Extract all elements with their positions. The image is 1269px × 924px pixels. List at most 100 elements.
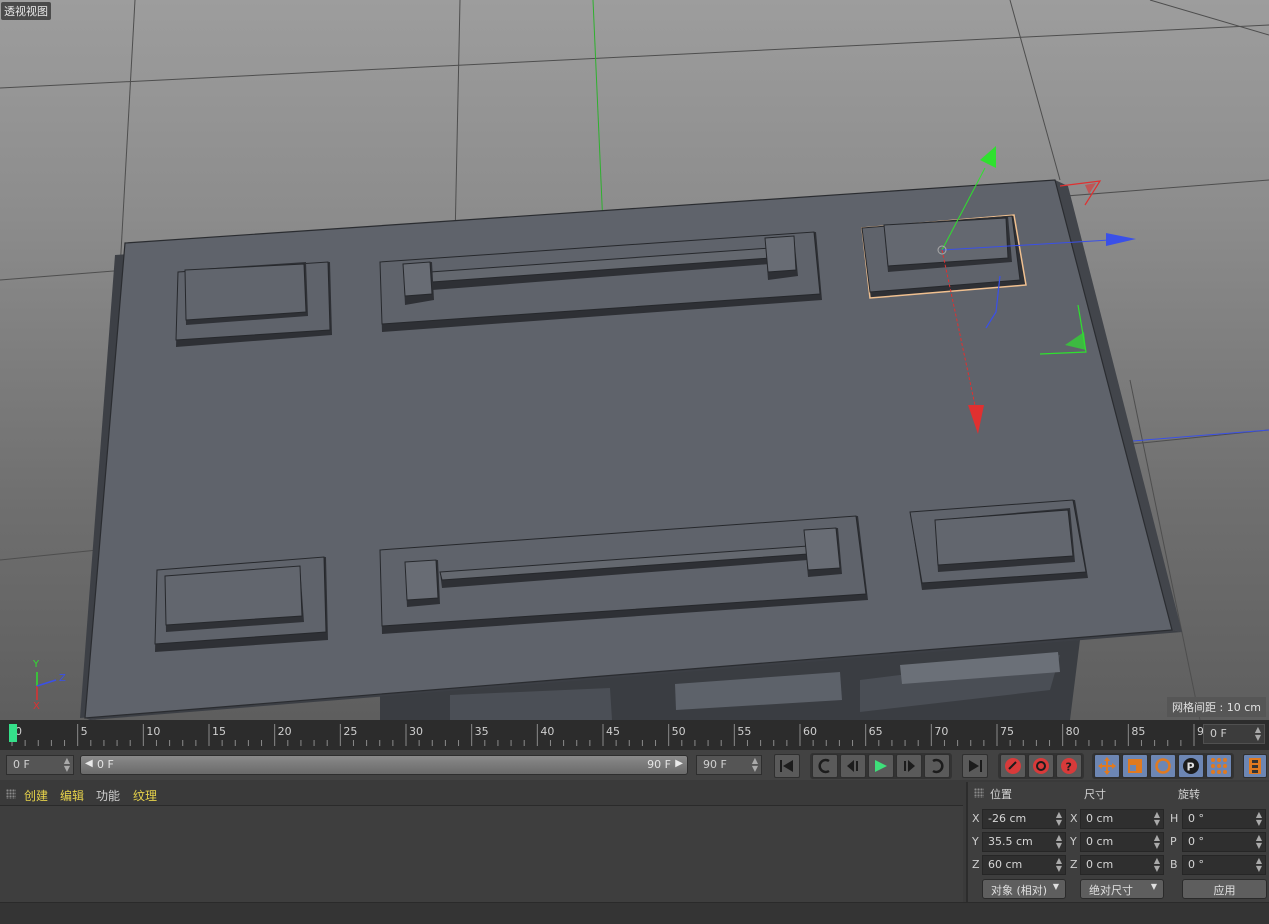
axis-label-b: B — [1170, 858, 1178, 871]
material-manager[interactable]: 创建 编辑 功能 纹理 — [0, 782, 963, 902]
size-mode-value: 绝对尺寸 — [1089, 884, 1133, 897]
move-key-button[interactable] — [1094, 754, 1120, 778]
tick-label: 5 — [80, 725, 88, 738]
tick-label: 35 — [474, 725, 489, 738]
viewport-title[interactable]: 透视视图 — [1, 2, 51, 20]
range-left-arrow-icon[interactable]: ◀ — [85, 758, 93, 769]
spin-arrows-icon[interactable]: ▲ ▼ — [1256, 834, 1262, 850]
axis-label-y: Y — [972, 835, 979, 848]
rotation-h-value: 0 ° — [1188, 812, 1204, 825]
timeline-icon — [1249, 758, 1261, 774]
axis-label-h: H — [1170, 812, 1179, 825]
go-to-start-button[interactable] — [774, 754, 800, 778]
scale-key-button[interactable] — [1122, 754, 1148, 778]
tick-label: 45 — [606, 725, 620, 738]
play-icon — [875, 760, 887, 772]
position-y-field[interactable]: 35.5 cm ▲ ▼ — [982, 832, 1066, 852]
menu-function[interactable]: 功能 — [96, 787, 120, 804]
spin-arrows-icon[interactable]: ▲ ▼ — [1154, 811, 1160, 827]
position-x-field[interactable]: -26 cm ▲ ▼ — [982, 809, 1066, 829]
dropdown-arrow-icon: ▼ — [1150, 882, 1157, 891]
svg-text:P: P — [1187, 761, 1195, 774]
menu-create[interactable]: 创建 — [24, 787, 48, 804]
size-mode-dropdown[interactable]: 绝对尺寸 ▼ — [1080, 879, 1164, 899]
previous-frame-button[interactable] — [840, 754, 866, 778]
next-key-button[interactable] — [924, 754, 950, 778]
transport-bar: 0 F ▲ ▼ ◀ 0 F 90 F ▶ 90 F ▲ ▼ ? P — [0, 750, 1269, 780]
end-frame-field[interactable]: 90 F ▲ ▼ — [696, 755, 762, 775]
pla-key-button[interactable] — [1206, 754, 1232, 778]
size-z-field[interactable]: 0 cm ▲ ▼ — [1080, 855, 1164, 875]
param-key-button[interactable]: P — [1178, 754, 1204, 778]
menu-texture[interactable]: 纹理 — [133, 787, 157, 804]
tick-label: 25 — [343, 725, 358, 738]
grid-spacing-label: 网格间距 : 10 cm — [1167, 697, 1266, 717]
spin-arrows-icon[interactable]: ▲ ▼ — [64, 757, 70, 773]
panel-grip-icon[interactable] — [974, 788, 984, 798]
record-button[interactable] — [1000, 754, 1026, 778]
tick-label: 70 — [934, 725, 949, 738]
timeline-button[interactable] — [1243, 754, 1267, 778]
coordinate-mode-dropdown[interactable]: 对象 (相对) ▼ — [982, 879, 1066, 899]
spin-arrows-icon[interactable]: ▲ ▼ — [752, 757, 758, 773]
axis-label-y: Y — [1070, 835, 1077, 848]
menu-edit[interactable]: 编辑 — [60, 787, 84, 804]
play-button[interactable] — [868, 754, 894, 778]
frame-ruler[interactable]: 051015202530354045505560657075808590 — [8, 720, 1211, 750]
current-frame-field[interactable]: 0 F ▲ ▼ — [1203, 724, 1265, 744]
go-to-end-button[interactable] — [962, 754, 988, 778]
next-frame-button[interactable] — [896, 754, 922, 778]
tick-label: 40 — [540, 725, 555, 738]
spin-arrows-icon[interactable]: ▲ ▼ — [1154, 857, 1160, 873]
axis-label-z: Z — [1070, 858, 1078, 871]
autokey-icon — [1033, 758, 1049, 774]
rotate-key-icon — [1155, 758, 1171, 774]
rotate-key-button[interactable] — [1150, 754, 1176, 778]
tick-label: 50 — [671, 725, 686, 738]
previous-key-button[interactable] — [812, 754, 838, 778]
scene-canvas[interactable] — [0, 0, 1269, 720]
position-z-value: 60 cm — [988, 858, 1023, 871]
status-bar — [0, 902, 1269, 924]
start-frame-field[interactable]: 0 F ▲ ▼ — [6, 755, 74, 775]
record-icon — [1005, 758, 1021, 774]
scale-key-icon — [1128, 759, 1142, 773]
playhead[interactable] — [9, 724, 17, 742]
range-right-arrow-icon[interactable]: ▶ — [675, 758, 683, 769]
tick-label: 60 — [803, 725, 817, 738]
go-to-end-icon — [969, 760, 982, 772]
spin-arrows-icon[interactable]: ▲ ▼ — [1056, 811, 1062, 827]
keyframe-selection-icon: ? — [1061, 758, 1077, 774]
size-y-field[interactable]: 0 cm ▲ ▼ — [1080, 832, 1164, 852]
range-start-label: 0 F — [97, 758, 114, 771]
selected-pad — [861, 214, 1027, 299]
autokey-button[interactable] — [1028, 754, 1054, 778]
size-x-field[interactable]: 0 cm ▲ ▼ — [1080, 809, 1164, 829]
spin-arrows-icon[interactable]: ▲ ▼ — [1256, 811, 1262, 827]
axis-label-z: Z — [59, 673, 66, 684]
spin-arrows-icon[interactable]: ▲ ▼ — [1256, 857, 1262, 873]
spin-arrows-icon[interactable]: ▲ ▼ — [1255, 726, 1261, 742]
rotation-p-field[interactable]: 0 ° ▲ ▼ — [1182, 832, 1266, 852]
rotation-header: 旋转 — [1178, 788, 1200, 801]
tick-label: 80 — [1065, 725, 1080, 738]
timeline-ruler[interactable]: 051015202530354045505560657075808590 0 F… — [0, 720, 1269, 750]
range-end-label: 90 F — [647, 758, 671, 771]
spin-arrows-icon[interactable]: ▲ ▼ — [1056, 857, 1062, 873]
start-frame-value: 0 F — [13, 758, 30, 771]
frame-range-slider[interactable]: ◀ 0 F 90 F ▶ — [80, 755, 688, 775]
rotation-h-field[interactable]: 0 ° ▲ ▼ — [1182, 809, 1266, 829]
rotation-b-field[interactable]: 0 ° ▲ ▼ — [1182, 855, 1266, 875]
perspective-viewport[interactable]: 透视视图 Y Z X 网格间距 : 10 cm — [0, 0, 1269, 720]
keyframe-selection-button[interactable]: ? — [1056, 754, 1082, 778]
position-header: 位置 — [990, 788, 1012, 801]
size-x-value: 0 cm — [1086, 812, 1114, 825]
spin-arrows-icon[interactable]: ▲ ▼ — [1056, 834, 1062, 850]
axis-label-x: X — [33, 701, 40, 712]
next-frame-icon — [904, 760, 915, 772]
apply-button[interactable]: 应用 — [1182, 879, 1267, 899]
coordinate-mode-value: 对象 (相对) — [991, 884, 1048, 897]
spin-arrows-icon[interactable]: ▲ ▼ — [1154, 834, 1160, 850]
position-z-field[interactable]: 60 cm ▲ ▼ — [982, 855, 1066, 875]
panel-grip-icon[interactable] — [6, 789, 16, 799]
